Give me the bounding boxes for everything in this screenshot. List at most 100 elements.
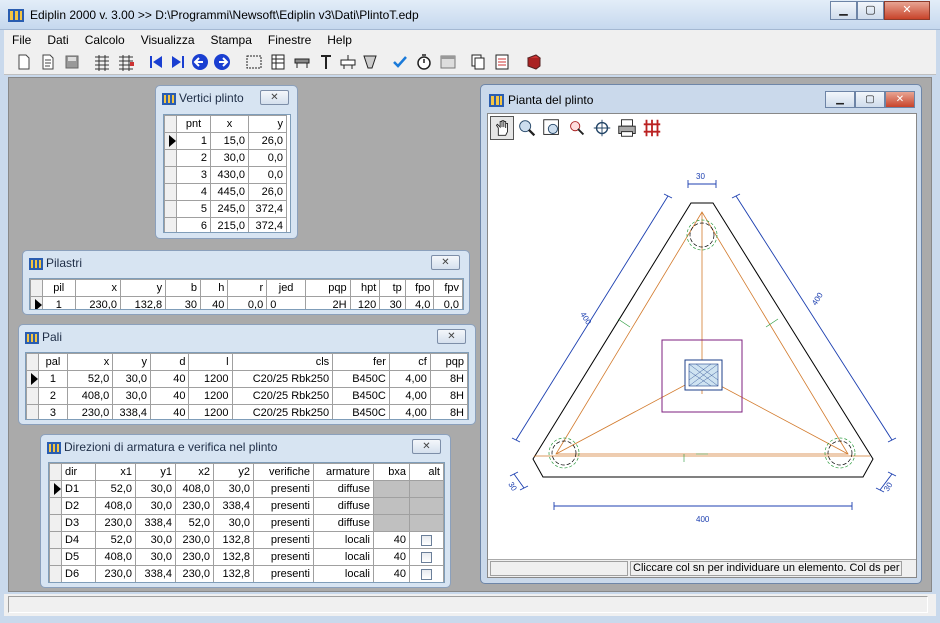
table-row[interactable]: D4 52,0 30,0 230,0 132,8 presenti locali 40 bbox=[49, 531, 444, 549]
dimension-lines bbox=[509, 180, 897, 510]
table-row[interactable]: D6 230,0 338,4 230,0 132,8 presenti locali 40 bbox=[49, 565, 444, 582]
table-row[interactable]: 3 430,0 0,0 bbox=[164, 166, 287, 184]
table-row[interactable]: 1 230,0 132,8 30 40 0,0 0 2H 120 30 4,0 0,0 bbox=[30, 296, 463, 309]
table-cell bbox=[164, 200, 177, 218]
first-record-icon[interactable] bbox=[146, 52, 166, 72]
pilastri-close-button[interactable]: ✕ bbox=[431, 255, 460, 270]
table-cell bbox=[49, 514, 62, 532]
pali-close-button[interactable]: ✕ bbox=[437, 329, 466, 344]
zoom-icon[interactable] bbox=[565, 116, 589, 140]
prev-icon[interactable] bbox=[190, 52, 210, 72]
table-cell: 372,4 bbox=[248, 217, 287, 232]
menu-help[interactable]: Help bbox=[319, 30, 360, 49]
table-cell bbox=[164, 149, 177, 167]
status-message: Cliccare col sn per individuare un eleme… bbox=[630, 561, 902, 576]
col-header: tp bbox=[379, 279, 406, 297]
menu-finestre[interactable]: Finestre bbox=[260, 30, 319, 49]
window-icon[interactable] bbox=[438, 52, 458, 72]
table-cell: 230,0 bbox=[74, 296, 121, 309]
grid-cols-icon[interactable] bbox=[116, 52, 136, 72]
column-icon[interactable] bbox=[316, 52, 336, 72]
plinth-icon[interactable] bbox=[338, 52, 358, 72]
table-row[interactable]: 6 215,0 372,4 bbox=[164, 217, 287, 232]
table-row[interactable]: 2 30,0 0,0 bbox=[164, 149, 287, 167]
fit-view-icon[interactable] bbox=[244, 52, 264, 72]
crosshair-icon[interactable] bbox=[590, 116, 614, 140]
menu-file[interactable]: File bbox=[4, 30, 39, 49]
drawing-toolbar bbox=[490, 116, 665, 142]
table-cell: 1200 bbox=[188, 404, 233, 419]
rebar-icon[interactable] bbox=[640, 116, 664, 140]
pan-hand-icon[interactable] bbox=[490, 116, 514, 140]
table-row[interactable]: 4 445,0 26,0 bbox=[164, 183, 287, 201]
table-row[interactable]: D3 230,0 338,4 52,0 30,0 presenti diffuse bbox=[49, 514, 444, 532]
alt-checkbox[interactable] bbox=[421, 568, 432, 580]
table-cell: 30 bbox=[379, 296, 406, 309]
table-cell: 338,4 bbox=[135, 565, 176, 582]
vertici-close-button[interactable]: ✕ bbox=[260, 90, 289, 105]
direzioni-close-button[interactable]: ✕ bbox=[412, 439, 441, 454]
table-cell: 2 bbox=[176, 149, 211, 167]
menu-visualizza[interactable]: Visualizza bbox=[133, 30, 203, 49]
table-row[interactable]: D2 408,0 30,0 230,0 338,4 presenti diffuse bbox=[49, 497, 444, 515]
col-header: armature bbox=[313, 463, 374, 481]
minimize-button[interactable]: ▁ bbox=[830, 1, 857, 20]
print-icon[interactable] bbox=[615, 116, 639, 140]
menu-stampa[interactable]: Stampa bbox=[203, 30, 260, 49]
help-book-icon[interactable] bbox=[524, 52, 544, 72]
table-icon[interactable] bbox=[268, 52, 288, 72]
table-cell: diffuse bbox=[313, 480, 374, 498]
table-cell: 230,0 bbox=[67, 404, 114, 419]
table-cell bbox=[26, 387, 39, 405]
open-file-icon[interactable] bbox=[38, 52, 58, 72]
alt-checkbox[interactable] bbox=[421, 534, 432, 546]
report-icon[interactable] bbox=[492, 52, 512, 72]
table-cell: 230,0 bbox=[175, 565, 214, 582]
new-file-icon[interactable] bbox=[14, 52, 34, 72]
row-pointer-icon bbox=[30, 373, 38, 386]
col-header: fpv bbox=[433, 279, 463, 297]
menu-dati[interactable]: Dati bbox=[39, 30, 76, 49]
alt-checkbox[interactable] bbox=[421, 551, 432, 563]
table-row[interactable]: 5 245,0 372,4 bbox=[164, 200, 287, 218]
menu-calcolo[interactable]: Calcolo bbox=[77, 30, 133, 49]
vertici-title: Vertici plinto bbox=[179, 91, 244, 105]
window-title: Ediplin 2000 v. 3.00 >> D:\Programmi\New… bbox=[30, 8, 419, 22]
timer-icon[interactable] bbox=[414, 52, 434, 72]
table-cell: 338,4 bbox=[135, 514, 176, 532]
zoom-extents-icon[interactable] bbox=[540, 116, 564, 140]
table-row[interactable]: 1 52,0 30,0 40 1200 C20/25 Rbk250 B450C 4,00 8H bbox=[26, 370, 468, 388]
pilastri-window: Pilastri ✕ pil x y b h r jed pqp hpt tp fpo fpv 1 23… bbox=[22, 250, 470, 315]
check-icon[interactable] bbox=[390, 52, 410, 72]
piles-icon[interactable] bbox=[360, 52, 380, 72]
table-cell: 40 bbox=[200, 296, 229, 309]
table-cell: C20/25 Rbk250 bbox=[231, 404, 334, 419]
table-cell: presenti bbox=[253, 514, 314, 532]
col-header: pqp bbox=[429, 353, 468, 371]
table-row[interactable]: 2 408,0 30,0 40 1200 C20/25 Rbk250 B450C 4,00 8H bbox=[26, 387, 468, 405]
drawing-area[interactable]: 30 400 400 400 30 30 Cliccare col sn per… bbox=[487, 113, 917, 578]
col-header: bxa bbox=[373, 463, 410, 481]
table-row[interactable]: 1 15,0 26,0 bbox=[164, 132, 287, 150]
table-row[interactable]: D1 52,0 30,0 408,0 30,0 presenti diffuse bbox=[49, 480, 444, 498]
pianta-close-button[interactable]: ✕ bbox=[885, 91, 915, 108]
grid-rows-icon[interactable] bbox=[92, 52, 112, 72]
save-icon[interactable] bbox=[62, 52, 82, 72]
table-cell bbox=[26, 370, 39, 388]
col-header: y1 bbox=[135, 463, 176, 481]
table-cell: 1 bbox=[37, 370, 69, 388]
col-header: y bbox=[119, 279, 167, 297]
table-row[interactable]: D5 408,0 30,0 230,0 132,8 presenti locali 40 bbox=[49, 548, 444, 566]
maximize-button[interactable]: ▢ bbox=[857, 1, 884, 20]
pianta-maximize-button[interactable]: ▢ bbox=[855, 91, 885, 108]
pianta-minimize-button[interactable]: ▁ bbox=[825, 91, 855, 108]
close-button[interactable]: ✕ bbox=[884, 1, 930, 20]
beam-icon[interactable] bbox=[292, 52, 312, 72]
zoom-window-icon[interactable] bbox=[515, 116, 539, 140]
table-cell bbox=[49, 480, 62, 498]
table-row[interactable]: 3 230,0 338,4 40 1200 C20/25 Rbk250 B450C 4,00 8… bbox=[26, 404, 468, 419]
next-icon[interactable] bbox=[212, 52, 232, 72]
last-record-icon[interactable] bbox=[168, 52, 188, 72]
status-panel bbox=[490, 561, 628, 576]
copy-icon[interactable] bbox=[468, 52, 488, 72]
